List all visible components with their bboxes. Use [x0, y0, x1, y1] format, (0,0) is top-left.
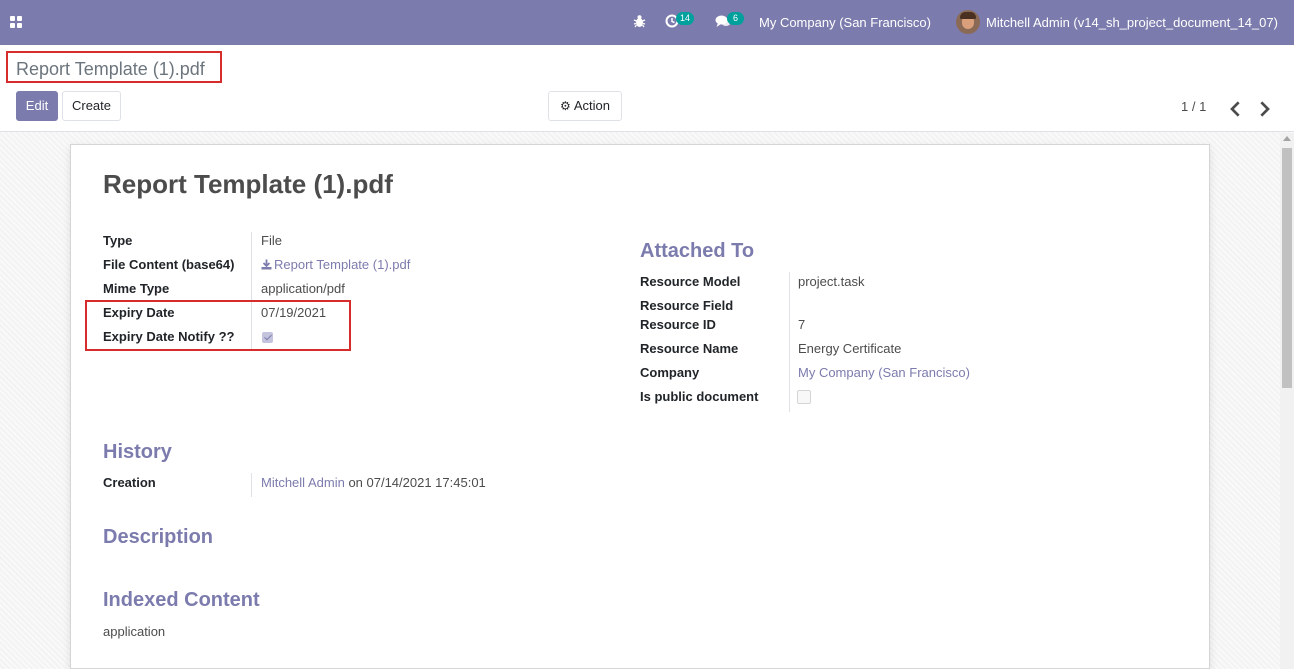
- messages-count-badge: 6: [727, 12, 744, 25]
- gear-icon: ⚙: [560, 99, 571, 113]
- file-download-link[interactable]: Report Template (1).pdf: [261, 257, 410, 272]
- apps-menu-icon[interactable]: [10, 16, 23, 28]
- expiry-fields-highlight-box: [85, 300, 351, 351]
- breadcrumb: Report Template (1).pdf: [16, 59, 205, 79]
- field-label-file-content: File Content (base64): [103, 257, 235, 272]
- field-label-type: Type: [103, 233, 133, 248]
- field-label-resource-model: Resource Model: [640, 274, 741, 289]
- top-navbar: 14 6 My Company (San Francisco) Mitchell…: [0, 0, 1294, 45]
- pager-previous-icon[interactable]: [1228, 99, 1244, 119]
- user-menu[interactable]: Mitchell Admin (v14_sh_project_document_…: [986, 15, 1278, 30]
- creation-date: on 07/14/2021 17:45:01: [348, 475, 486, 490]
- description-heading: Description: [103, 526, 214, 548]
- indexed-content-heading: Indexed Content: [103, 589, 260, 611]
- field-label-resource-name: Resource Name: [640, 341, 739, 356]
- scroll-up-arrow-icon[interactable]: [1283, 136, 1291, 141]
- field-value-resource-id: 7: [798, 317, 806, 332]
- scrollbar-thumb[interactable]: [1282, 148, 1292, 388]
- pager-value[interactable]: 1 / 1: [1181, 99, 1206, 114]
- download-icon: [261, 259, 272, 270]
- action-button[interactable]: ⚙ Action: [548, 91, 622, 121]
- edit-button[interactable]: Edit: [16, 91, 58, 121]
- company-link[interactable]: My Company (San Francisco): [798, 365, 970, 380]
- field-label-resource-field: Resource Field: [640, 298, 734, 313]
- field-value-resource-name: Energy Certificate: [798, 341, 902, 356]
- indexed-content-value: application: [103, 624, 166, 639]
- field-label-mime-type: Mime Type: [103, 281, 170, 296]
- debug-bug-icon[interactable]: [633, 14, 646, 28]
- attached-to-heading: Attached To: [640, 240, 755, 262]
- pager-next-icon[interactable]: [1256, 99, 1272, 119]
- field-separator: [789, 272, 790, 412]
- field-value-resource-model: project.task: [798, 274, 865, 289]
- history-heading: History: [103, 441, 172, 463]
- public-document-checkbox[interactable]: [797, 390, 811, 404]
- create-button[interactable]: Create: [62, 91, 121, 121]
- field-label-public-document: Is public document: [640, 389, 759, 404]
- company-switcher[interactable]: My Company (San Francisco): [759, 15, 931, 30]
- field-value-creation: Mitchell Admin on 07/14/2021 17:45:01: [261, 475, 486, 490]
- record-title: Report Template (1).pdf: [103, 169, 393, 199]
- field-value-mime-type: application/pdf: [261, 281, 345, 296]
- field-label-resource-id: Resource ID: [640, 317, 716, 332]
- action-label: Action: [573, 98, 610, 113]
- field-value-type: File: [261, 233, 282, 248]
- field-label-company: Company: [640, 365, 700, 380]
- field-label-creation: Creation: [103, 475, 156, 490]
- field-separator: [251, 473, 252, 497]
- creation-user-link[interactable]: Mitchell Admin: [261, 475, 345, 490]
- file-content-value: Report Template (1).pdf: [274, 257, 411, 272]
- user-avatar[interactable]: [956, 10, 980, 34]
- activity-count-badge: 14: [676, 12, 695, 25]
